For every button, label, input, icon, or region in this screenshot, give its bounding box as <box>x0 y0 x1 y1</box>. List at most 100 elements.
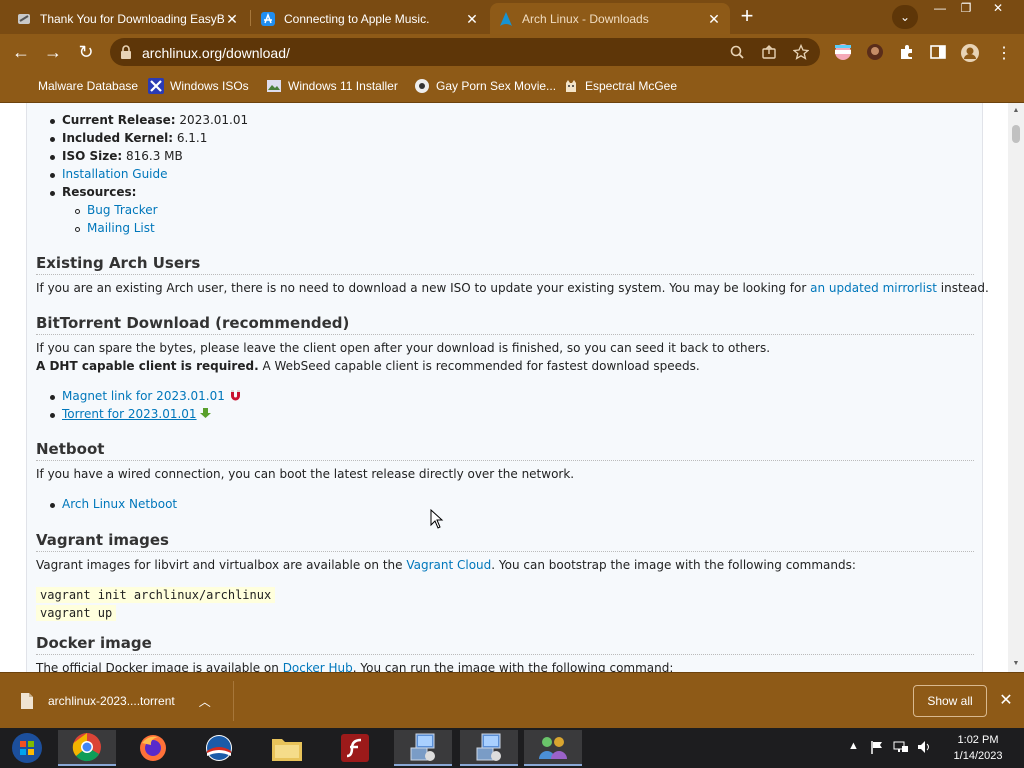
taskbar-flash[interactable] <box>326 730 384 766</box>
new-tab-button[interactable]: + <box>734 5 760 29</box>
chrome-icon <box>72 733 101 762</box>
tab-arch-linux-downloads[interactable]: Arch Linux - Downloads ✕ <box>490 3 730 34</box>
code-line[interactable]: vagrant init archlinux/archlinux <box>36 587 276 603</box>
tab-search-button[interactable]: ⌄ <box>892 5 918 29</box>
restore-button[interactable]: ❐ <box>953 0 979 18</box>
installation-guide-link[interactable]: Installation Guide <box>62 167 168 181</box>
window-close-button[interactable]: ✕ <box>985 0 1011 18</box>
magnet-link-item: Magnet link for 2023.01.01 <box>62 389 242 403</box>
docker-text: The official Docker image is available o… <box>36 661 673 672</box>
dht-requirement-text: A DHT capable client is required. A WebS… <box>36 359 700 373</box>
app-store-favicon-icon <box>260 11 276 27</box>
existing-users-heading: Existing Arch Users <box>36 254 201 272</box>
menu-kebab-icon[interactable]: ⋮ <box>994 43 1014 63</box>
heading-rule <box>36 551 974 552</box>
magnet-link[interactable]: Magnet link for 2023.01.01 <box>62 389 225 403</box>
arch-download-content: Current Release: 2023.01.01 Included Ker… <box>26 103 989 672</box>
code-line[interactable]: vagrant up <box>36 605 117 621</box>
close-tab-icon[interactable]: ✕ <box>464 11 480 27</box>
back-button[interactable]: ← <box>8 39 34 65</box>
magnet-icon <box>230 390 240 401</box>
minimize-button[interactable]: — <box>927 0 953 18</box>
bookmark-star-icon[interactable] <box>792 43 810 62</box>
mirrorlist-link[interactable]: an updated mirrorlist <box>810 281 937 295</box>
windows-orb-icon <box>12 733 42 763</box>
taskbar-file-explorer[interactable] <box>258 730 316 766</box>
action-center-flag-icon[interactable] <box>870 740 884 757</box>
network-tray-icon[interactable] <box>893 740 909 757</box>
scrollbar-thumb[interactable] <box>1012 125 1020 143</box>
windows-taskbar: ▲ 1:02 PM 1/14/2023 <box>0 728 1024 768</box>
download-filename: archlinux-2023....torrent <box>48 694 175 708</box>
taskbar-network-tool[interactable] <box>394 730 452 766</box>
bookmark-label: Gay Porn Sex Movie... <box>436 79 557 93</box>
download-item[interactable]: archlinux-2023....torrent ︿ <box>12 681 234 721</box>
bookmark-label: Windows 11 Installer <box>288 79 398 93</box>
extensions-puzzle-icon[interactable] <box>898 43 918 63</box>
vertical-scrollbar[interactable]: ▲ ▼ <box>1008 103 1024 672</box>
file-icon <box>21 693 33 709</box>
heading-rule <box>36 274 974 275</box>
address-bar[interactable]: archlinux.org/download/ <box>110 38 820 66</box>
netboot-heading: Netboot <box>36 440 105 458</box>
arch-netboot-link[interactable]: Arch Linux Netboot <box>62 497 177 511</box>
torrent-link[interactable]: Torrent for 2023.01.01 <box>62 407 197 421</box>
profile-extension-icon[interactable] <box>866 43 886 63</box>
mailing-list-link[interactable]: Mailing List <box>87 221 155 235</box>
bookmark-malware-database[interactable]: Malware Database <box>16 76 138 96</box>
share-icon[interactable] <box>760 44 778 62</box>
tab-strip: Thank You for Downloading EasyB ✕ Connec… <box>0 0 1024 34</box>
taskbar-firefox[interactable] <box>124 730 182 766</box>
star-icon <box>16 78 32 94</box>
bullet <box>50 413 55 418</box>
clock-time: 1:02 PM <box>957 734 999 746</box>
easybcd-favicon-icon <box>16 11 32 27</box>
docker-hub-link[interactable]: Docker Hub <box>283 661 353 672</box>
vagrant-text: Vagrant images for libvirt and virtualbo… <box>36 558 856 572</box>
chevron-up-icon[interactable]: ︿ <box>199 693 211 710</box>
bullet <box>50 191 55 196</box>
heading-rule <box>36 654 974 655</box>
heading-rule <box>36 334 974 335</box>
bookmark-windows-isos[interactable]: Windows ISOs <box>148 76 249 96</box>
bookmark-windows-11-installer[interactable]: Windows 11 Installer <box>266 76 398 96</box>
show-all-button[interactable]: Show all <box>913 685 987 717</box>
download-arrow-icon <box>200 408 212 418</box>
image-icon <box>266 78 282 94</box>
bullet <box>75 209 80 214</box>
pride-extension-icon[interactable] <box>834 43 854 63</box>
scroll-up-arrow-icon[interactable]: ▲ <box>1012 107 1020 115</box>
taskbar-network-tool-2[interactable] <box>460 730 518 766</box>
bookmark-espectral-mcgee[interactable]: Espectral McGee <box>563 76 677 96</box>
close-tab-icon[interactable]: ✕ <box>224 11 240 27</box>
show-hidden-icons-icon[interactable]: ▲ <box>848 740 859 752</box>
taskbar-users-app[interactable] <box>524 730 582 766</box>
forward-button[interactable]: → <box>40 39 66 65</box>
bullet <box>50 119 55 124</box>
vagrant-cloud-link[interactable]: Vagrant Cloud <box>406 558 491 572</box>
tab-easybcd[interactable]: Thank You for Downloading EasyB ✕ <box>8 3 248 34</box>
zoom-search-icon[interactable] <box>728 44 746 62</box>
tab-apple-music[interactable]: Connecting to Apple Music. ✕ <box>252 3 488 34</box>
lock-icon[interactable] <box>118 44 134 60</box>
start-button[interactable] <box>0 730 54 766</box>
bookmark-site[interactable]: Gay Porn Sex Movie... <box>414 76 556 96</box>
bullet <box>50 503 55 508</box>
profile-avatar-icon[interactable] <box>960 43 980 63</box>
network-computer-icon <box>476 733 501 761</box>
tab-title: Arch Linux - Downloads <box>522 11 649 26</box>
url-text: archlinux.org/download/ <box>142 45 290 61</box>
bullet <box>50 173 55 178</box>
taskbar-chrome[interactable] <box>58 730 116 766</box>
close-download-bar-icon[interactable]: ✕ <box>996 691 1016 711</box>
bug-tracker-link[interactable]: Bug Tracker <box>87 203 158 217</box>
bittorrent-text: If you can spare the bytes, please leave… <box>36 341 771 355</box>
side-panel-icon[interactable] <box>929 43 949 63</box>
taskbar-obama-app[interactable] <box>190 730 248 766</box>
volume-icon[interactable] <box>917 740 933 757</box>
reload-button[interactable]: ↻ <box>73 39 99 65</box>
close-tab-icon[interactable]: ✕ <box>706 11 722 27</box>
system-clock[interactable]: 1:02 PM 1/14/2023 <box>945 732 1011 764</box>
scroll-down-arrow-icon[interactable]: ▼ <box>1012 660 1020 668</box>
flash-icon <box>341 734 369 762</box>
